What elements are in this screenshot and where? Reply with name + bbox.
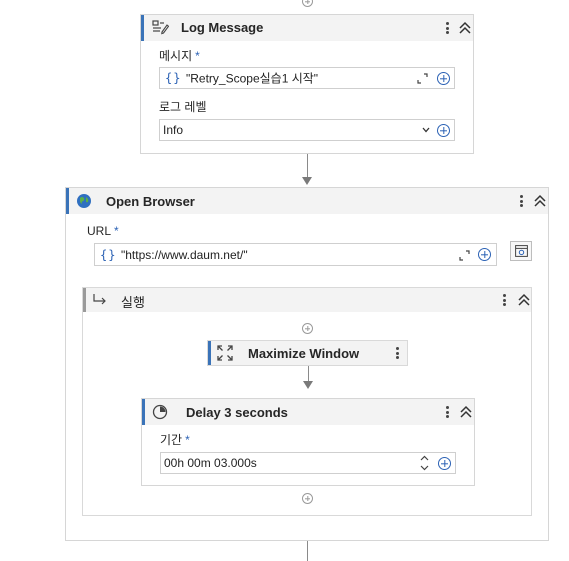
log-message-icon [152, 20, 169, 35]
url-label: URL * [87, 224, 119, 238]
expand-editor-icon[interactable] [459, 250, 470, 261]
delay-clock-icon [152, 404, 168, 420]
open-browser-header[interactable]: Open Browser [66, 188, 548, 214]
browser-window-button[interactable] [510, 241, 532, 261]
expand-editor-icon[interactable] [417, 73, 428, 84]
sequence-title: 실행 [121, 295, 145, 310]
delay-collapse-icon[interactable] [459, 405, 473, 419]
message-label: 메시지 * [159, 49, 200, 63]
maximize-window-header[interactable]: Maximize Window [208, 341, 407, 365]
maximize-icon [217, 345, 233, 361]
sequence-more-button[interactable] [499, 292, 509, 308]
url-add-button[interactable] [478, 248, 491, 261]
log-level-add-button[interactable] [437, 124, 450, 137]
duration-label: 기간 * [160, 433, 190, 447]
message-field[interactable]: {} "Retry_Scope실습1 시작" [159, 67, 455, 89]
maximize-window-more-button[interactable] [392, 345, 402, 361]
open-browser-more-button[interactable] [516, 193, 526, 209]
log-message-header[interactable]: Log Message [141, 15, 473, 41]
add-activity-button[interactable] [302, 323, 313, 334]
duration-add-button[interactable] [438, 457, 451, 470]
log-level-select[interactable]: Info [159, 119, 455, 141]
expression-brace-icon: {} [100, 247, 117, 262]
log-message-collapse-icon[interactable] [458, 21, 472, 35]
maximize-window-title: Maximize Window [248, 346, 360, 361]
connector-line [307, 154, 308, 178]
branch-arrow-icon [93, 294, 106, 305]
sequence-container[interactable]: 실행 Maximize Window Delay 3 seconds 기간 * … [82, 287, 532, 516]
globe-icon [77, 194, 91, 208]
chevron-down-icon[interactable] [422, 127, 430, 133]
log-message-title: Log Message [181, 20, 264, 35]
log-message-more-button[interactable] [442, 20, 452, 36]
duration-field[interactable]: 00h 00m 03.000s [160, 452, 456, 474]
connector-line [307, 541, 308, 561]
url-value: "https://www.daum.net/" [121, 247, 248, 262]
delay-activity[interactable]: Delay 3 seconds 기간 * 00h 00m 03.000s [141, 398, 475, 486]
expression-brace-icon: {} [165, 71, 182, 85]
url-field[interactable]: {} "https://www.daum.net/" [94, 243, 497, 266]
add-activity-button[interactable] [302, 493, 313, 504]
delay-header[interactable]: Delay 3 seconds [142, 399, 474, 425]
connector-line [308, 366, 309, 382]
message-add-button[interactable] [437, 72, 450, 85]
open-browser-activity[interactable]: Open Browser URL * {} "https://www.daum.n… [65, 187, 549, 541]
connector-arrow [302, 177, 312, 185]
open-browser-collapse-icon[interactable] [533, 194, 547, 208]
add-activity-top-button[interactable] [302, 0, 313, 7]
open-browser-title: Open Browser [106, 194, 195, 209]
log-level-label: 로그 레벨 [159, 100, 207, 114]
connector-arrow [303, 381, 313, 389]
sequence-collapse-icon[interactable] [517, 293, 531, 307]
sequence-header[interactable]: 실행 [83, 288, 531, 312]
log-level-value: Info [163, 123, 184, 137]
delay-title: Delay 3 seconds [186, 405, 288, 420]
delay-more-button[interactable] [442, 404, 452, 420]
browser-window-icon [515, 245, 528, 257]
log-message-activity[interactable]: Log Message 메시지 * {} "Retry_Scope실습1 시작" … [140, 14, 474, 154]
stepper-icon[interactable] [420, 455, 429, 471]
maximize-window-activity[interactable]: Maximize Window [207, 340, 408, 366]
duration-value: 00h 00m 03.000s [164, 456, 257, 470]
message-value: "Retry_Scope실습1 시작" [186, 71, 319, 86]
